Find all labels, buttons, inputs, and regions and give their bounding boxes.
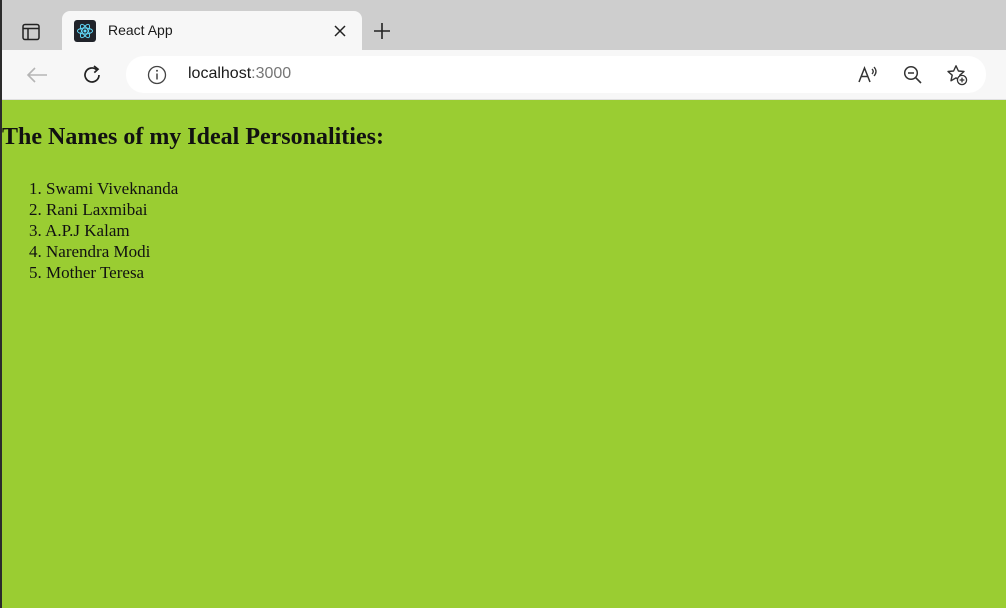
address-bar[interactable]: localhost:3000 <box>126 56 986 93</box>
list-item: 1. Swami Viveknanda <box>29 178 178 199</box>
list-item-name: A.P.J Kalam <box>45 221 130 240</box>
list-number: 1. <box>29 179 42 198</box>
new-tab-icon[interactable] <box>368 17 396 45</box>
zoom-out-icon[interactable] <box>901 63 925 87</box>
refresh-icon[interactable] <box>77 60 107 90</box>
read-aloud-icon[interactable] <box>856 63 880 87</box>
browser-toolbar: localhost:3000 <box>2 50 1006 100</box>
personalities-list: 1. Swami Viveknanda 2. Rani Laxmibai 3. … <box>29 178 178 283</box>
list-item-name: Swami Viveknanda <box>46 179 179 198</box>
list-item: 5. Mother Teresa <box>29 262 178 283</box>
tab-title: React App <box>108 22 173 38</box>
list-number: 5. <box>29 263 42 282</box>
page-content: The Names of my Ideal Personalities: 1. … <box>2 100 1006 608</box>
react-logo-icon <box>74 20 96 42</box>
list-item-name: Narendra Modi <box>46 242 151 261</box>
list-number: 4. <box>29 242 42 261</box>
back-arrow-icon[interactable] <box>22 60 52 90</box>
tab-actions-icon[interactable] <box>14 18 48 46</box>
add-favorite-icon[interactable] <box>945 63 969 87</box>
list-number: 2. <box>29 200 42 219</box>
url-port: :3000 <box>251 65 292 82</box>
list-item-name: Rani Laxmibai <box>46 200 148 219</box>
list-item: 3. A.P.J Kalam <box>29 220 178 241</box>
list-item-name: Mother Teresa <box>46 263 145 282</box>
url-text[interactable]: localhost:3000 <box>188 65 291 83</box>
info-icon[interactable] <box>146 64 167 85</box>
list-item: 4. Narendra Modi <box>29 241 178 262</box>
close-icon[interactable] <box>330 21 350 41</box>
url-host: localhost <box>188 65 252 82</box>
list-item: 2. Rani Laxmibai <box>29 199 178 220</box>
browser-window: React App localhost:3000 The Names of my… <box>2 0 1006 608</box>
tab-react-app[interactable]: React App <box>62 11 362 51</box>
tab-strip: React App <box>2 0 1006 51</box>
list-number: 3. <box>29 221 42 240</box>
page-heading: The Names of my Ideal Personalities: <box>2 124 384 150</box>
